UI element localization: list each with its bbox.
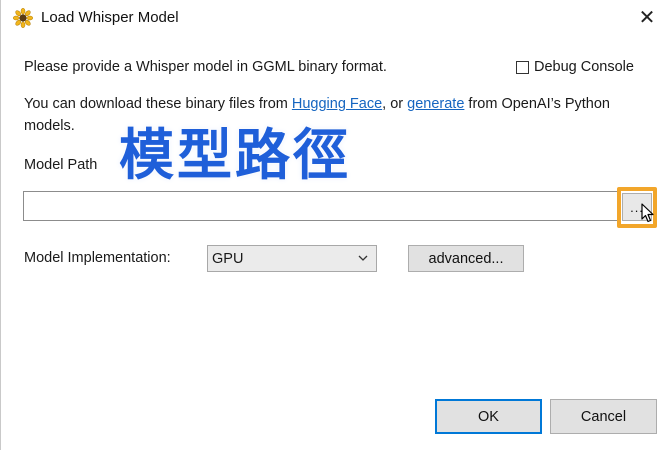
model-implementation-value[interactable]: GPU xyxy=(212,251,243,267)
advanced-button[interactable]: advanced... xyxy=(408,245,524,272)
mouse-cursor-icon xyxy=(641,203,654,223)
ok-button[interactable]: OK xyxy=(435,399,542,434)
debug-console-checkbox[interactable]: Debug Console xyxy=(516,57,634,77)
download-info-line1: You can download these binary files from… xyxy=(24,94,610,114)
download-prefix-text: You can download these binary files from xyxy=(24,96,292,112)
title-bar: Load Whisper Model ✕ xyxy=(1,0,672,36)
overlay-caption: 模型路徑 xyxy=(117,123,352,188)
close-icon[interactable]: ✕ xyxy=(639,5,656,30)
sunflower-icon xyxy=(13,8,33,28)
load-whisper-model-dialog: Load Whisper Model ✕ Please provide a Wh… xyxy=(0,0,672,450)
hugging-face-link[interactable]: Hugging Face xyxy=(292,96,382,112)
generate-link[interactable]: generate xyxy=(407,96,464,112)
model-implementation-label: Model Implementation: xyxy=(24,250,171,266)
instruction-text: Please provide a Whisper model in GGML b… xyxy=(24,59,387,75)
chevron-down-icon[interactable] xyxy=(358,254,368,262)
download-info-line2: models. xyxy=(24,118,75,134)
debug-console-check-box[interactable] xyxy=(516,60,529,74)
model-path-label: Model Path xyxy=(24,157,98,173)
model-implementation-select[interactable]: GPU xyxy=(207,245,377,272)
close-button[interactable]: ✕ xyxy=(627,0,667,34)
model-path-input[interactable] xyxy=(23,191,621,221)
debug-console-label[interactable]: Debug Console xyxy=(534,57,634,77)
download-suffix-text: from OpenAI’s Python xyxy=(464,96,610,112)
window-title: Load Whisper Model xyxy=(41,9,179,26)
cancel-button[interactable]: Cancel xyxy=(550,399,657,434)
download-middle-text: , or xyxy=(382,96,408,112)
